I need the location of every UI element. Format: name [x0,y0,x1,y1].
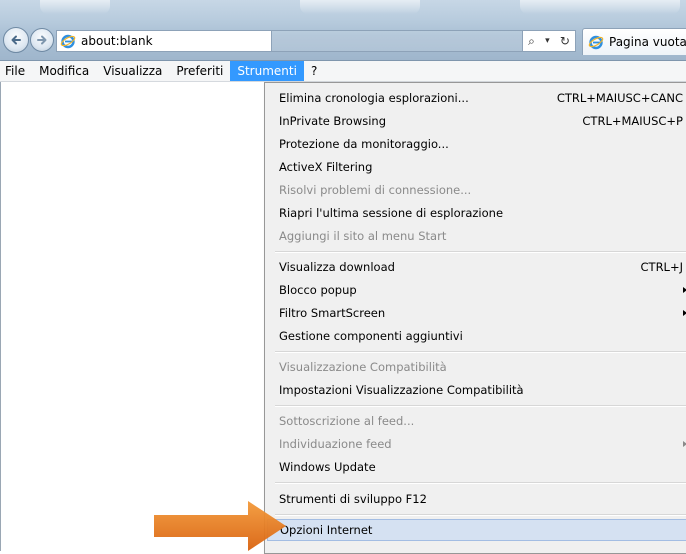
menu-item-popup-blocker[interactable]: Blocco popup [267,279,686,301]
menu-item-fix-connection: Risolvi problemi di connessione... [279,183,472,197]
back-arrow-icon [11,35,21,45]
menu-item-feed-discovery: Individuazione feed [267,433,686,455]
refresh-icon[interactable]: ↻ [560,34,570,48]
page-content [0,82,265,551]
menu-item-internet-options[interactable]: Opzioni Internet [267,519,686,541]
forward-button[interactable] [30,28,54,52]
menu-bar: File Modifica Visualizza Preferiti Strum… [0,61,686,82]
address-bar-extension[interactable] [272,30,522,52]
menu-separator [275,405,686,407]
browser-title-bar: about:blank ⌕ ▾ ↻ Pagina vuota [0,0,686,61]
shortcut: CTRL+MAIUSC+CANC [556,91,683,105]
menu-item-compatibility-settings[interactable]: Impostazioni Visualizzazione Compatibili… [267,379,686,401]
menu-separator [275,251,686,253]
menu-modifica[interactable]: Modifica [32,61,96,81]
address-tools: ⌕ ▾ ↻ [522,30,576,52]
menu-item-inprivate[interactable]: InPrivate Browsing CTRL+MAIUSC+P [267,110,686,132]
chevron-down-icon[interactable]: ▾ [545,36,550,46]
menu-item-tracking-protection[interactable]: Protezione da monitoraggio... [267,133,686,155]
glass-highlight [300,0,420,14]
menu-preferiti[interactable]: Preferiti [169,61,230,81]
glass-highlight [520,0,680,14]
menu-item-subscribe-feed: Sottoscrizione al feed... [279,414,415,428]
tools-menu: Elimina cronologia esplorazioni... CTRL+… [264,82,686,554]
ie-logo-icon [60,34,76,49]
menu-item-delete-history[interactable]: Elimina cronologia esplorazioni... CTRL+… [267,87,686,109]
menu-item-f12-tools[interactable]: Strumenti di sviluppo F12 [267,488,686,510]
menu-file[interactable]: File [0,61,32,81]
tab-pagina-vuota[interactable]: Pagina vuota [582,28,686,55]
menu-item-reopen-session[interactable]: Riapri l'ultima sessione di esplorazione [267,202,686,224]
address-bar[interactable]: about:blank [56,30,272,52]
menu-item-windows-update[interactable]: Windows Update [267,456,686,478]
menu-item-activex-filtering[interactable]: ActiveX Filtering [267,156,686,178]
menu-separator [275,351,686,353]
pointer-arrow-icon [154,501,286,551]
ie-logo-icon [588,35,604,50]
menu-visualizza[interactable]: Visualizza [96,61,169,81]
menu-help[interactable]: ? [304,61,324,81]
forward-arrow-icon [37,35,47,45]
menu-item-smartscreen[interactable]: Filtro SmartScreen [267,302,686,324]
menu-separator [275,514,686,516]
shortcut: CTRL+J [640,260,683,274]
search-icon[interactable]: ⌕ [528,34,535,49]
menu-strumenti[interactable]: Strumenti [230,61,304,81]
tab-title: Pagina vuota [609,35,686,49]
shortcut: CTRL+MAIUSC+P [582,114,683,128]
back-button[interactable] [3,27,29,53]
address-url: about:blank [81,34,153,48]
menu-item-add-to-start: Aggiungi il sito al menu Start [279,229,447,243]
menu-item-view-downloads[interactable]: Visualizza download CTRL+J [267,256,686,278]
menu-separator [275,482,686,484]
menu-item-compatibility-view: Visualizzazione Compatibilità [279,360,447,374]
glass-highlight [40,0,110,14]
menu-item-manage-addons[interactable]: Gestione componenti aggiuntivi [267,325,686,347]
